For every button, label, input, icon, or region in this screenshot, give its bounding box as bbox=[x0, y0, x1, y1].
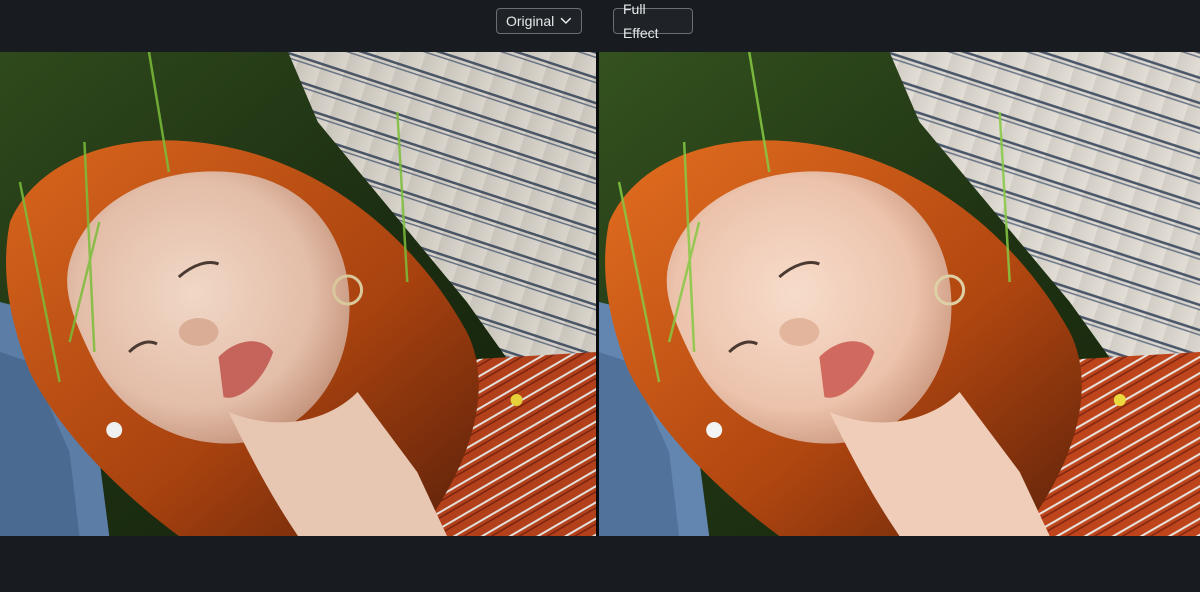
top-toolbar: Original Full Effect bbox=[0, 0, 1200, 52]
original-dropdown-button[interactable]: Original bbox=[496, 8, 582, 34]
original-label: Original bbox=[506, 13, 555, 29]
full-effect-button[interactable]: Full Effect bbox=[613, 1, 693, 41]
original-image-pane bbox=[0, 52, 596, 536]
full-effect-photo bbox=[599, 52, 1200, 536]
comparison-viewer bbox=[0, 52, 1200, 536]
chevron-down-icon bbox=[560, 17, 572, 24]
full-effect-image-pane bbox=[599, 52, 1200, 536]
original-photo bbox=[0, 52, 596, 536]
bottom-bar bbox=[0, 536, 1200, 592]
full-effect-label: Full Effect bbox=[623, 1, 659, 41]
